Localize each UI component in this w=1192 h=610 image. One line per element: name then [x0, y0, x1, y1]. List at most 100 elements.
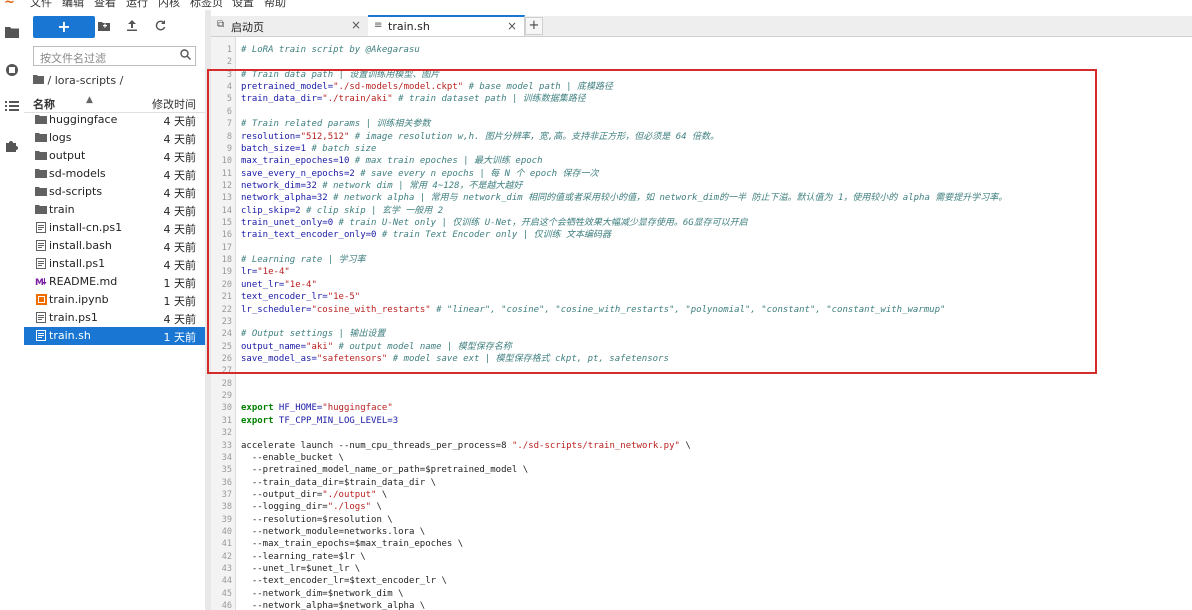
menu-edit[interactable]: 编辑: [62, 0, 84, 10]
filter-input[interactable]: 按文件名过滤: [33, 46, 196, 66]
code-line[interactable]: 7 # Train related params | 训练相关参数: [211, 118, 1192, 130]
code-line[interactable]: 30 export HF_HOME="huggingface": [211, 402, 1192, 414]
file-row[interactable]: sd-scripts 4 天前: [24, 183, 205, 201]
code-line[interactable]: 32: [211, 427, 1192, 439]
code-editor[interactable]: 1 # LoRA train script by @Akegarasu 2 3 # Tr…: [211, 37, 1192, 610]
refresh-icon[interactable]: [152, 19, 168, 35]
tab-train-sh[interactable]: ≡ train.sh ×: [368, 15, 525, 36]
code-line[interactable]: 17: [211, 242, 1192, 254]
code-line[interactable]: 6: [211, 106, 1192, 118]
launcher-icon: ⧉: [217, 19, 225, 30]
code-line[interactable]: 5 train_data_dir="./train/aki" # train da…: [211, 93, 1192, 105]
code-line[interactable]: 19 lr="1e-4": [211, 266, 1192, 278]
code-line[interactable]: 41 --max_train_epochs=$max_train_epoches…: [211, 538, 1192, 550]
file-row[interactable]: install.bash 4 天前: [24, 237, 205, 255]
close-icon[interactable]: ×: [351, 18, 361, 32]
code-line[interactable]: 42 --learning_rate=$lr \: [211, 551, 1192, 563]
line-number: 10: [221, 156, 232, 167]
code-line[interactable]: 45 --network_dim=$network_dim \: [211, 588, 1192, 600]
code-line[interactable]: 34 --enable_bucket \: [211, 452, 1192, 464]
folder-icon[interactable]: [4, 24, 20, 40]
code-line[interactable]: 16 train_text_encoder_only=0 # train Text…: [211, 229, 1192, 241]
line-number: 33: [221, 440, 232, 451]
menu-help[interactable]: 帮助: [264, 0, 286, 10]
code-line[interactable]: 36 --train_data_dir=$train_data_dir \: [211, 477, 1192, 489]
code-line[interactable]: 13 network_alpha=32 # network alpha | 常用与…: [211, 192, 1192, 204]
code-line[interactable]: 8 resolution="512,512" # image resolution…: [211, 131, 1192, 143]
add-tab-button[interactable]: +: [525, 17, 543, 35]
code-line[interactable]: 24 # Output settings | 输出设置: [211, 328, 1192, 340]
code-line[interactable]: 44 --text_encoder_lr=$text_encoder_lr \: [211, 575, 1192, 587]
code-line[interactable]: 39 --resolution=$resolution \: [211, 514, 1192, 526]
file-row[interactable]: huggingface 4 天前: [24, 111, 205, 129]
folder-icon: [35, 132, 47, 144]
menu-kernel[interactable]: 内核: [158, 0, 180, 10]
breadcrumb-path[interactable]: / lora-scripts /: [48, 74, 124, 87]
new-folder-icon[interactable]: [96, 19, 112, 35]
code-line[interactable]: 1 # LoRA train script by @Akegarasu: [211, 44, 1192, 56]
file-row[interactable]: install-cn.ps1 4 天前: [24, 219, 205, 237]
file-row[interactable]: logs 4 天前: [24, 129, 205, 147]
code-line[interactable]: 46 --network_alpha=$network_alpha \: [211, 600, 1192, 610]
code-token: "./output": [322, 489, 377, 500]
code-line[interactable]: 20 unet_lr="1e-4": [211, 279, 1192, 291]
file-name: huggingface: [49, 113, 118, 126]
file-row[interactable]: M README.md 1 天前: [24, 273, 205, 291]
close-icon[interactable]: ×: [507, 19, 517, 33]
code-line[interactable]: 31 export TF_CPP_MIN_LOG_LEVEL=3: [211, 415, 1192, 427]
code-line[interactable]: 11 save_every_n_epochs=2 # save every n e…: [211, 168, 1192, 180]
sort-ascending-icon[interactable]: ▲: [86, 95, 93, 105]
code-line[interactable]: 35 --pretrained_model_name_or_path=$pret…: [211, 464, 1192, 476]
code-line[interactable]: 38 --logging_dir="./logs" \: [211, 501, 1192, 513]
file-row[interactable]: output 4 天前: [24, 147, 205, 165]
file-row[interactable]: train.sh 1 天前: [24, 327, 205, 345]
code-line[interactable]: 3 # Train data path | 设置训练用模型、图片: [211, 69, 1192, 81]
code-line[interactable]: 14 clip_skip=2 # clip skip | 玄学 一般用 2: [211, 205, 1192, 217]
file-row[interactable]: sd-models 4 天前: [24, 165, 205, 183]
breadcrumb[interactable]: / lora-scripts /: [33, 74, 123, 87]
code-line[interactable]: 15 train_unet_only=0 # train U-Net only |…: [211, 217, 1192, 229]
upload-icon[interactable]: [124, 19, 140, 35]
code-line[interactable]: 10 max_train_epoches=10 # max train epoch…: [211, 155, 1192, 167]
new-launcher-button[interactable]: +: [33, 16, 95, 38]
code-line[interactable]: 22 lr_scheduler="cosine_with_restarts" # …: [211, 304, 1192, 316]
code-line[interactable]: 2: [211, 56, 1192, 68]
line-number: 42: [221, 551, 232, 562]
file-row[interactable]: install.ps1 4 天前: [24, 255, 205, 273]
table-of-contents-icon[interactable]: [4, 98, 20, 114]
code-line[interactable]: 29: [211, 390, 1192, 402]
file-row[interactable]: train.ipynb 1 天前: [24, 291, 205, 309]
column-name[interactable]: 名称: [33, 96, 55, 112]
menu-settings[interactable]: 设置: [232, 0, 254, 10]
code-token: "./sd-models/model.ckpt": [333, 82, 464, 93]
code-line[interactable]: 23: [211, 316, 1192, 328]
code-line[interactable]: 28: [211, 378, 1192, 390]
code-line[interactable]: 12 network_dim=32 # network dim | 常用 4~12…: [211, 180, 1192, 192]
code-line[interactable]: 37 --output_dir="./output" \: [211, 489, 1192, 501]
menu-tabs[interactable]: 标签页: [190, 0, 223, 10]
code-line[interactable]: 18 # Learning rate | 学习率: [211, 254, 1192, 266]
code-line[interactable]: 40 --network_module=networks.lora \: [211, 526, 1192, 538]
menu-view[interactable]: 查看: [94, 0, 116, 10]
code-token: # Learning rate | 学习率: [241, 255, 366, 266]
tab-launcher[interactable]: ⧉ 启动页 ×: [211, 16, 369, 36]
column-modified[interactable]: 修改时间: [152, 96, 196, 112]
menu-file[interactable]: 文件: [30, 0, 52, 10]
code-line[interactable]: 43 --unet_lr=$unet_lr \: [211, 563, 1192, 575]
code-token: resolution=: [241, 131, 301, 142]
extension-puzzle-icon[interactable]: [4, 138, 20, 154]
code-line[interactable]: 26 save_model_as="safetensors" # model sa…: [211, 353, 1192, 365]
line-number: 19: [221, 267, 232, 278]
code-line[interactable]: 25 output_name="aki" # output model name …: [211, 341, 1192, 353]
code-line[interactable]: 21 text_encoder_lr="1e-5": [211, 291, 1192, 303]
file-row[interactable]: train.ps1 4 天前: [24, 309, 205, 327]
file-row[interactable]: train 4 天前: [24, 201, 205, 219]
menu-run[interactable]: 运行: [126, 0, 148, 10]
code-line[interactable]: 9 batch_size=1 # batch size: [211, 143, 1192, 155]
code-line[interactable]: 27: [211, 365, 1192, 377]
running-kernels-icon[interactable]: [4, 62, 20, 78]
code-token: # train dataset path | 训练数据集路径: [392, 94, 586, 105]
code-text: --enable_bucket \: [241, 452, 344, 464]
code-line[interactable]: 33 accelerate launch --num_cpu_threads_pe…: [211, 440, 1192, 452]
code-line[interactable]: 4 pretrained_model="./sd-models/model.ckp…: [211, 81, 1192, 93]
